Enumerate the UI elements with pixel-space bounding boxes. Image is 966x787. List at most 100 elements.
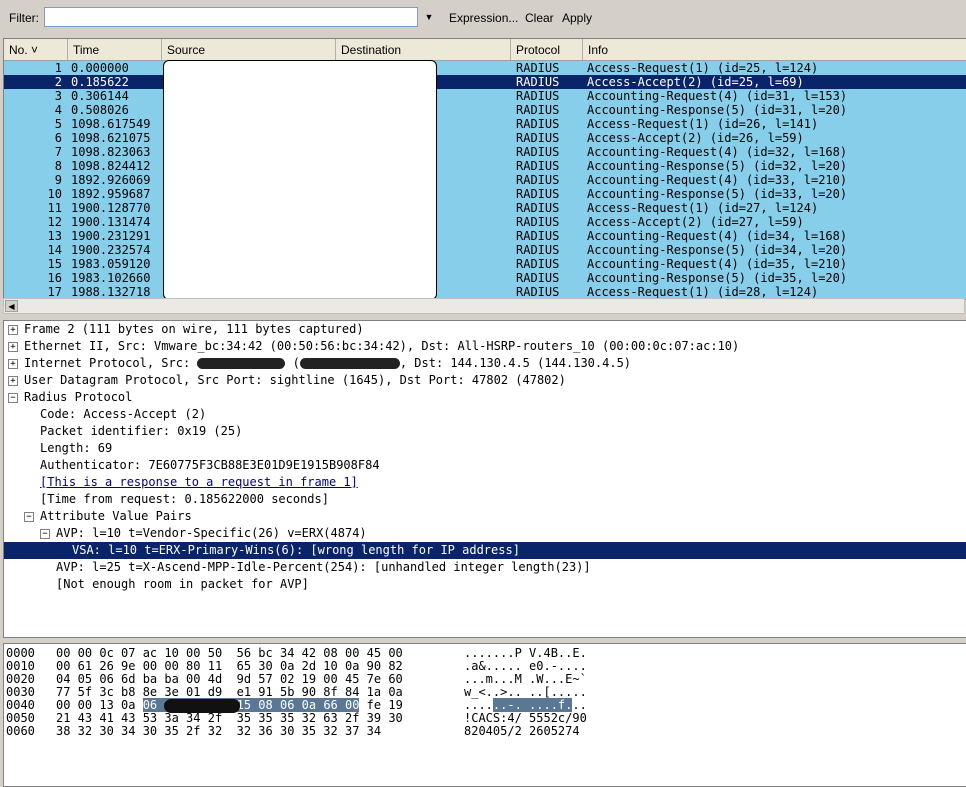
packet-row[interactable]: 8 1098.824412 RADIUS Accounting-Response(5)…	[4, 159, 966, 173]
packet-row[interactable]: 12 1900.131474 RADIUS Access-Accept(2) (id=…	[4, 215, 966, 229]
packet-info: Access-Request(1) (id=25, l=124)	[587, 61, 819, 75]
detail-row[interactable]: [This is a response to a request in fram…	[4, 474, 966, 491]
packet-row[interactable]: 14 1900.232574 RADIUS Accounting-Response(5…	[4, 243, 966, 257]
filter-input[interactable]	[44, 7, 418, 27]
packet-bytes-pane[interactable]: 0000 00 00 0c 07 ac 10 00 50 56 bc 34 42 …	[3, 643, 966, 787]
expand-icon[interactable]: +	[8, 325, 18, 335]
detail-row[interactable]: − AVP: l=10 t=Vendor-Specific(26) v=ERX(4…	[4, 525, 966, 542]
detail-row[interactable]: − Radius Protocol	[4, 389, 966, 406]
detail-text: Attribute Value Pairs	[40, 509, 192, 523]
frame-reference-link[interactable]: [This is a response to a request in fram…	[40, 474, 358, 491]
packet-info: Accounting-Response(5) (id=33, l=20)	[587, 187, 848, 201]
packet-protocol: RADIUS	[516, 75, 560, 89]
detail-text-part: (	[285, 356, 300, 370]
detail-row[interactable]: Packet identifier: 0x19 (25)	[4, 423, 966, 440]
packet-no: 13	[47, 229, 62, 243]
packet-row[interactable]: 3 0.306144 RADIUS Accounting-Request(4) (id…	[4, 89, 966, 103]
packet-list-scrollbar[interactable]: ◀	[3, 298, 965, 314]
detail-row[interactable]: + Ethernet II, Src: Vmware_bc:34:42 (00:5…	[4, 338, 966, 355]
redacted-addresses-box	[163, 60, 437, 299]
packet-no: 5	[54, 117, 62, 131]
detail-row[interactable]: VSA: l=10 t=ERX-Primary-Wins(6): [wrong …	[4, 542, 966, 559]
detail-text: AVP: l=25 t=X-Ascend-MPP-Idle-Percent(25…	[56, 560, 591, 574]
packet-details-tree[interactable]: + Frame 2 (111 bytes on wire, 111 bytes c…	[3, 320, 966, 638]
clear-button[interactable]: Clear	[525, 11, 554, 25]
detail-text: AVP: l=10 t=Vendor-Specific(26) v=ERX(48…	[56, 526, 367, 540]
packet-row[interactable]: 4 0.508026 RADIUS Accounting-Response(5) (i…	[4, 103, 966, 117]
detail-row[interactable]: Authenticator: 7E60775F3CB88E3E01D9E1915…	[4, 457, 966, 474]
hex-ascii-highlight: ..-. ....f.	[492, 698, 573, 712]
column-header-destination[interactable]: Destination	[336, 39, 511, 60]
column-header-time[interactable]: Time	[68, 39, 162, 60]
detail-row[interactable]: + Frame 2 (111 bytes on wire, 111 bytes c…	[4, 321, 966, 338]
packet-no: 15	[47, 257, 62, 271]
column-header-source[interactable]: Source	[162, 39, 336, 60]
hex-bytes-part: 00 00 13 0a	[56, 698, 143, 712]
packet-rows: 1 0.000000 RADIUS Access-Request(1) (id=25,…	[4, 61, 966, 299]
packet-row[interactable]: 16 1983.102660 RADIUS Accounting-Response(5…	[4, 271, 966, 285]
detail-text: Ethernet II, Src: Vmware_bc:34:42 (00:50…	[24, 339, 740, 353]
detail-text-part: , Dst: 144.130.4.5 (144.130.4.5)	[399, 356, 632, 370]
column-header-no[interactable]: No. ˅	[4, 39, 68, 60]
packet-time: 1983.059120	[71, 257, 151, 271]
packet-no: 16	[47, 271, 62, 285]
redacted-bytes	[164, 699, 240, 713]
expand-icon[interactable]: +	[8, 376, 18, 386]
packet-row[interactable]: 17 1988.132718 RADIUS Access-Request(1) (id…	[4, 285, 966, 299]
packet-row[interactable]: 10 1892.959687 RADIUS Accounting-Response(5…	[4, 187, 966, 201]
detail-row[interactable]: − Attribute Value Pairs	[4, 508, 966, 525]
packet-row[interactable]: 5 1098.617549 RADIUS Access-Request(1) (id=…	[4, 117, 966, 131]
scroll-left-arrow-icon[interactable]: ◀	[5, 300, 18, 312]
hex-bytes[interactable]: 38 32 30 34 30 35 2f 32 32 36 30 35 32 3…	[56, 725, 381, 738]
packet-time: 1900.231291	[71, 229, 151, 243]
hex-ascii[interactable]: 820405/2 2605274	[464, 725, 580, 738]
packet-protocol: RADIUS	[516, 229, 560, 243]
packet-info: Accounting-Response(5) (id=31, l=20)	[587, 103, 848, 117]
detail-row[interactable]: + User Datagram Protocol, Src Port: sight…	[4, 372, 966, 389]
expand-icon[interactable]: +	[8, 342, 18, 352]
detail-text: User Datagram Protocol, Src Port: sightl…	[24, 373, 566, 387]
detail-text-part: Internet Protocol, Src:	[24, 356, 198, 370]
packet-info: Accounting-Response(5) (id=35, l=20)	[587, 271, 848, 285]
packet-time: 1900.232574	[71, 243, 151, 257]
packet-no: 1	[54, 61, 62, 75]
packet-info: Accounting-Request(4) (id=35, l=210)	[587, 257, 848, 271]
detail-row[interactable]: [Not enough room in packet for AVP]	[4, 576, 966, 593]
detail-row[interactable]: Code: Access-Accept (2)	[4, 406, 966, 423]
filter-dropdown-icon[interactable]: ▼	[422, 8, 436, 26]
expression-button[interactable]: Expression...	[449, 11, 518, 25]
detail-row[interactable]: AVP: l=25 t=X-Ascend-MPP-Idle-Percent(25…	[4, 559, 966, 576]
packet-no: 17	[47, 285, 62, 299]
packet-no: 3	[54, 89, 62, 103]
column-header-protocol[interactable]: Protocol	[511, 39, 583, 60]
packet-time: 0.000000	[71, 61, 129, 75]
collapse-icon[interactable]: −	[8, 393, 18, 403]
collapse-icon[interactable]: −	[24, 512, 34, 522]
detail-row[interactable]: Length: 69	[4, 440, 966, 457]
packet-list[interactable]: No. ˅ Time Source Destination Protocol I…	[3, 38, 966, 300]
packet-row[interactable]: 1 0.000000 RADIUS Access-Request(1) (id=25,…	[4, 61, 966, 75]
detail-text: Code: Access-Accept (2)	[40, 407, 207, 421]
collapse-icon[interactable]: −	[40, 529, 50, 539]
packet-info: Access-Accept(2) (id=26, l=59)	[587, 131, 804, 145]
packet-info: Accounting-Request(4) (id=31, l=153)	[587, 89, 848, 103]
packet-row[interactable]: 13 1900.231291 RADIUS Accounting-Request(4)…	[4, 229, 966, 243]
packet-row[interactable]: 2 0.185622 RADIUS Access-Accept(2) (id=25, …	[4, 75, 966, 89]
expand-icon[interactable]: +	[8, 359, 18, 369]
detail-row[interactable]: [Time from request: 0.185622000 seconds]	[4, 491, 966, 508]
packet-row[interactable]: 6 1098.621075 RADIUS Access-Accept(2) (id=2…	[4, 131, 966, 145]
packet-info: Access-Request(1) (id=27, l=124)	[587, 201, 819, 215]
packet-time: 1892.926069	[71, 173, 151, 187]
packet-protocol: RADIUS	[516, 89, 560, 103]
packet-row[interactable]: 11 1900.128770 RADIUS Access-Request(1) (id…	[4, 201, 966, 215]
packet-row[interactable]: 9 1892.926069 RADIUS Accounting-Request(4) …	[4, 173, 966, 187]
packet-row[interactable]: 15 1983.059120 RADIUS Accounting-Request(4)…	[4, 257, 966, 271]
packet-info: Accounting-Response(5) (id=34, l=20)	[587, 243, 848, 257]
redacted-ip	[299, 358, 400, 369]
column-header-info[interactable]: Info	[583, 39, 966, 60]
packet-row[interactable]: 7 1098.823063 RADIUS Accounting-Request(4) …	[4, 145, 966, 159]
detail-text: Frame 2 (111 bytes on wire, 111 bytes ca…	[24, 322, 364, 336]
packet-time: 1098.824412	[71, 159, 151, 173]
detail-row[interactable]: + Internet Protocol, Src: ( , Dst: 144.130…	[4, 355, 966, 372]
apply-button[interactable]: Apply	[562, 11, 592, 25]
